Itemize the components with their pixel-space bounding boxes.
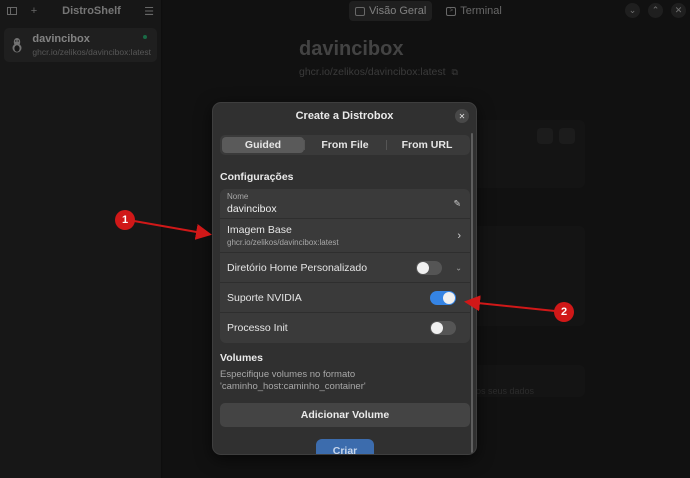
create-button[interactable]: Criar: [316, 439, 374, 454]
name-entry-row[interactable]: Nome davincibox ✎: [220, 189, 470, 219]
mode-from-url-button[interactable]: From URL: [386, 137, 468, 153]
custom-home-label: Diretório Home Personalizado: [227, 261, 368, 274]
nvidia-label: Suporte NVIDIA: [227, 291, 302, 304]
init-label: Processo Init: [227, 322, 288, 334]
dialog-scrollbar[interactable]: [471, 133, 473, 453]
init-row[interactable]: Processo Init: [220, 313, 470, 343]
toggle-knob: [417, 261, 429, 274]
custom-home-row[interactable]: Diretório Home Personalizado ⌄: [220, 253, 470, 283]
app-window: + DistroShelf ☰ davincibox ghcr.io/zelik…: [0, 0, 690, 478]
chevron-down-icon[interactable]: ⌄: [455, 263, 462, 272]
mode-from-file-button[interactable]: From File: [304, 137, 386, 153]
base-image-label: Imagem Base: [227, 224, 292, 236]
custom-home-toggle[interactable]: [416, 260, 442, 275]
close-icon[interactable]: ✕: [455, 109, 469, 123]
mode-switcher: Guided From File From URL: [220, 135, 470, 155]
name-field[interactable]: davincibox: [227, 203, 277, 215]
config-list: Nome davincibox ✎ Imagem Base ghcr.io/ze…: [220, 189, 470, 343]
nvidia-row[interactable]: Suporte NVIDIA: [220, 283, 470, 313]
volumes-heading: Volumes: [220, 352, 263, 364]
base-image-row[interactable]: Imagem Base ghcr.io/zelikos/davincibox:l…: [220, 219, 470, 253]
create-distrobox-dialog: Create a Distrobox ✕ Guided From File Fr…: [212, 102, 477, 455]
mode-guided-button[interactable]: Guided: [222, 137, 304, 153]
init-toggle[interactable]: [430, 321, 456, 335]
add-volume-button[interactable]: Adicionar Volume: [220, 403, 470, 427]
chevron-right-icon: ›: [457, 229, 461, 242]
name-label: Nome: [227, 192, 249, 201]
base-image-value: ghcr.io/zelikos/davincibox:latest: [227, 238, 339, 247]
config-heading: Configurações: [220, 171, 294, 183]
toggle-knob: [443, 291, 455, 304]
annotation-badge-2: 2: [554, 302, 574, 322]
volumes-description: Especifique volumes no formato 'caminho_…: [220, 369, 366, 392]
edit-pencil-icon[interactable]: ✎: [453, 198, 461, 209]
dialog-title: Create a Distrobox: [295, 110, 394, 122]
toggle-knob: [431, 322, 443, 334]
nvidia-toggle[interactable]: [430, 290, 456, 305]
annotation-badge-1: 1: [115, 210, 135, 230]
